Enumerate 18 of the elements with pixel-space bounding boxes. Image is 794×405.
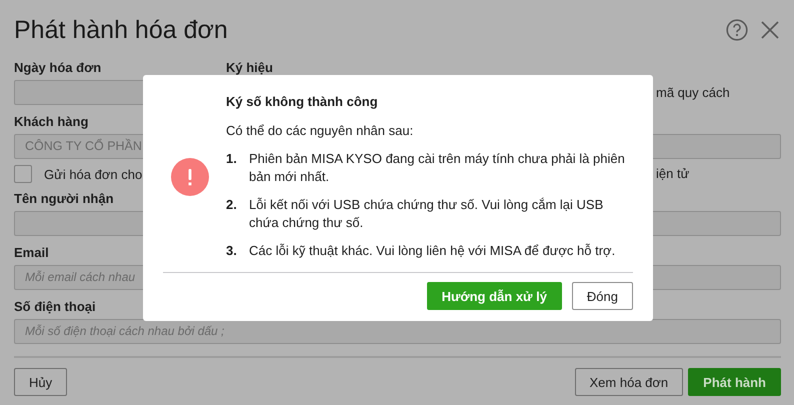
field-label: Ngày hóa đơn [14,60,102,76]
list-number: 1. [226,150,238,168]
field-label: Ký hiệu [226,60,273,76]
dialog-message: Có thể do các nguyên nhân sau: [226,122,414,140]
field-label: Khách hàng [14,114,88,130]
field-label: Tên người nhận [14,191,114,207]
reason-text: Lỗi kết nối với USB chứa chứng thư số. Vui lòng cắm lại USB chứa chứng thư số. [249,196,604,232]
option-label: iện tử [655,165,690,183]
dialog-title: Ký số không thành công [226,93,379,111]
field-label: Số điện thoại [14,299,96,315]
reason-text: Phiên bản MISA KYSO đang cài trên máy tính chưa phải là phiên bản mới nhất. [249,150,626,186]
reason-text: Các lỗi kỹ thuật khác. Vui lòng liên hệ với MISA để được hỗ trợ. [249,242,616,260]
option-label: mã quy cách [655,84,731,102]
checkbox-label: Gửi hóa đơn cho [44,166,142,182]
list-number: 3. [226,242,238,260]
window-title: Phát hành hóa đơn [14,16,229,44]
field-label: Email [14,245,49,261]
list-number: 2. [226,196,238,214]
